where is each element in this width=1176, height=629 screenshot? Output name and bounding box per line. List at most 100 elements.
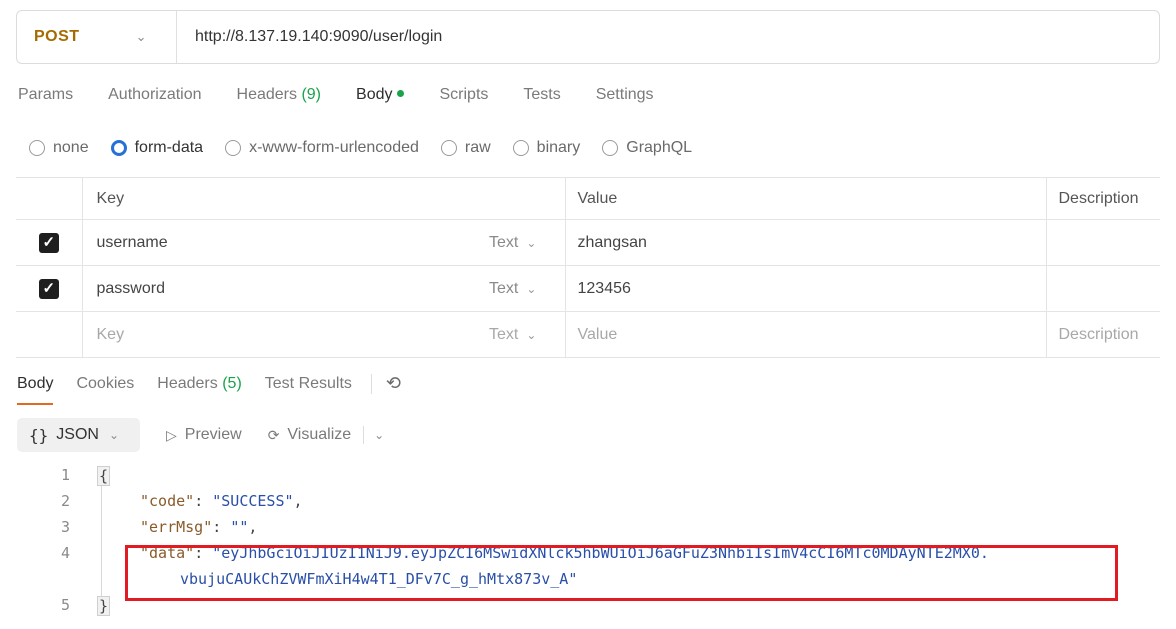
radio-circle-selected <box>110 140 127 156</box>
visualize-button[interactable]: ⟳ Visualize <box>268 426 351 444</box>
row-type-select[interactable]: Text ⌄ <box>477 265 566 312</box>
chevron-down-icon: ⌄ <box>135 29 147 44</box>
tab-scripts[interactable]: Scripts <box>439 86 488 104</box>
response-tabs: Body Cookies Headers (5) Test Results ⟲ <box>17 373 401 405</box>
tab-authorization[interactable]: Authorization <box>108 86 201 104</box>
headers-count: (9) <box>301 86 322 103</box>
type-label: Text <box>489 325 519 343</box>
tab-tests[interactable]: Tests <box>523 86 560 104</box>
radio-circle <box>225 140 242 156</box>
row-checkbox-empty <box>16 311 83 358</box>
radio-label: GraphQL <box>626 139 693 156</box>
play-icon: ▷ <box>166 426 177 443</box>
radio-label: x-www-form-urlencoded <box>249 139 419 156</box>
tab-body[interactable]: Body <box>356 86 405 104</box>
response-tab-body[interactable]: Body <box>17 375 54 405</box>
table-header-row: Key Value Description <box>16 177 1160 220</box>
chevron-down-icon: ⌄ <box>108 428 119 442</box>
radio-circle <box>512 140 529 156</box>
row-description[interactable] <box>1045 219 1160 266</box>
line-number: 2 <box>60 492 70 510</box>
json-string: "" <box>230 518 249 536</box>
row-description[interactable] <box>1045 265 1160 312</box>
response-tab-cookies[interactable]: Cookies <box>76 375 134 393</box>
request-tabs: Params Authorization Headers (9) Body Sc… <box>18 86 689 104</box>
chevron-down-icon: ⌄ <box>526 327 537 342</box>
radio-label: binary <box>536 139 581 156</box>
radio-graphql[interactable]: GraphQL <box>602 139 692 157</box>
format-label: JSON <box>56 426 99 443</box>
visualize-icon: ⟳ <box>267 426 280 443</box>
table-row: ✓ username Text ⌄ zhangsan <box>16 219 1160 266</box>
preview-label: Preview <box>184 426 242 443</box>
json-key: "code" <box>140 492 195 510</box>
line-number: 4 <box>60 544 70 562</box>
new-description-input[interactable]: Description <box>1045 311 1160 358</box>
code-line: 1 { <box>0 466 1176 492</box>
radio-none[interactable]: none <box>29 139 89 157</box>
checkmark-icon: ✓ <box>38 278 59 299</box>
radio-circle <box>29 140 45 156</box>
response-tab-test-results[interactable]: Test Results <box>265 375 352 393</box>
chevron-down-icon: ⌄ <box>526 235 537 250</box>
header-value: Value <box>564 177 1047 220</box>
response-headers-count: (5) <box>222 374 242 392</box>
new-key-input[interactable]: Key <box>81 311 477 358</box>
braces-icon: {} <box>29 425 49 445</box>
header-check <box>16 177 83 220</box>
line-number: 3 <box>60 518 70 536</box>
visualize-label: Visualize <box>287 426 352 443</box>
preview-button[interactable]: ▷ Preview <box>166 426 242 444</box>
line-number: 1 <box>60 466 70 484</box>
tab-headers[interactable]: Headers (9) <box>237 86 322 104</box>
json-string: "SUCCESS" <box>212 492 294 510</box>
radio-urlencoded[interactable]: x-www-form-urlencoded <box>225 139 419 157</box>
url-bar: POST ⌄ http://8.137.19.140:9090/user/log… <box>16 10 1160 64</box>
tab-params[interactable]: Params <box>18 86 73 104</box>
response-headers-label: Headers <box>157 374 218 392</box>
radio-label: form-data <box>134 139 204 156</box>
row-value[interactable]: zhangsan <box>564 219 1047 266</box>
table-row: ✓ password Text ⌄ 123456 <box>16 265 1160 312</box>
line-number: 5 <box>60 596 70 614</box>
format-toolbar: {} JSON ⌄ ▷ Preview ⟳ Visualize ⌄ <box>17 418 384 452</box>
radio-label: raw <box>464 139 491 156</box>
divider <box>370 373 372 394</box>
row-type-select[interactable]: Text ⌄ <box>477 219 566 266</box>
radio-circle <box>440 140 457 156</box>
type-label: Text <box>489 279 519 297</box>
chevron-down-icon[interactable]: ⌄ <box>374 428 384 442</box>
radio-circle <box>602 140 619 156</box>
chevron-down-icon: ⌄ <box>526 281 537 296</box>
header-key: Key <box>81 177 565 220</box>
url-input[interactable]: http://8.137.19.140:9090/user/login <box>177 28 442 46</box>
close-brace: } <box>97 596 111 616</box>
row-key[interactable]: username <box>81 219 477 266</box>
response-tab-headers[interactable]: Headers (5) <box>157 375 242 393</box>
highlight-annotation-box <box>125 545 1118 601</box>
method-select[interactable]: POST ⌄ <box>17 11 177 63</box>
row-value[interactable]: 123456 <box>564 265 1047 312</box>
code-text: "errMsg": "", <box>140 518 258 536</box>
code-text: "code": "SUCCESS", <box>140 492 303 510</box>
form-data-table: Key Value Description ✓ username Text ⌄ z… <box>16 177 1160 358</box>
code-line: 2 "code": "SUCCESS", <box>0 492 1176 518</box>
radio-form-data[interactable]: form-data <box>110 139 204 157</box>
format-select[interactable]: {} JSON ⌄ <box>17 418 140 452</box>
code-line: 3 "errMsg": "", <box>0 518 1176 544</box>
checkmark-icon: ✓ <box>38 232 59 253</box>
history-icon[interactable]: ⟲ <box>386 373 401 394</box>
new-value-input[interactable]: Value <box>564 311 1047 358</box>
new-type-select[interactable]: Text ⌄ <box>477 311 566 358</box>
body-active-dot <box>397 90 405 97</box>
tab-body-label: Body <box>356 86 393 103</box>
header-description: Description <box>1045 177 1160 220</box>
open-brace: { <box>97 466 111 486</box>
json-key: "errMsg" <box>140 518 213 536</box>
tab-settings[interactable]: Settings <box>596 86 654 104</box>
radio-binary[interactable]: binary <box>512 139 581 157</box>
row-checkbox[interactable]: ✓ <box>16 265 83 312</box>
radio-raw[interactable]: raw <box>440 139 491 157</box>
row-checkbox[interactable]: ✓ <box>16 219 83 266</box>
row-key[interactable]: password <box>81 265 477 312</box>
